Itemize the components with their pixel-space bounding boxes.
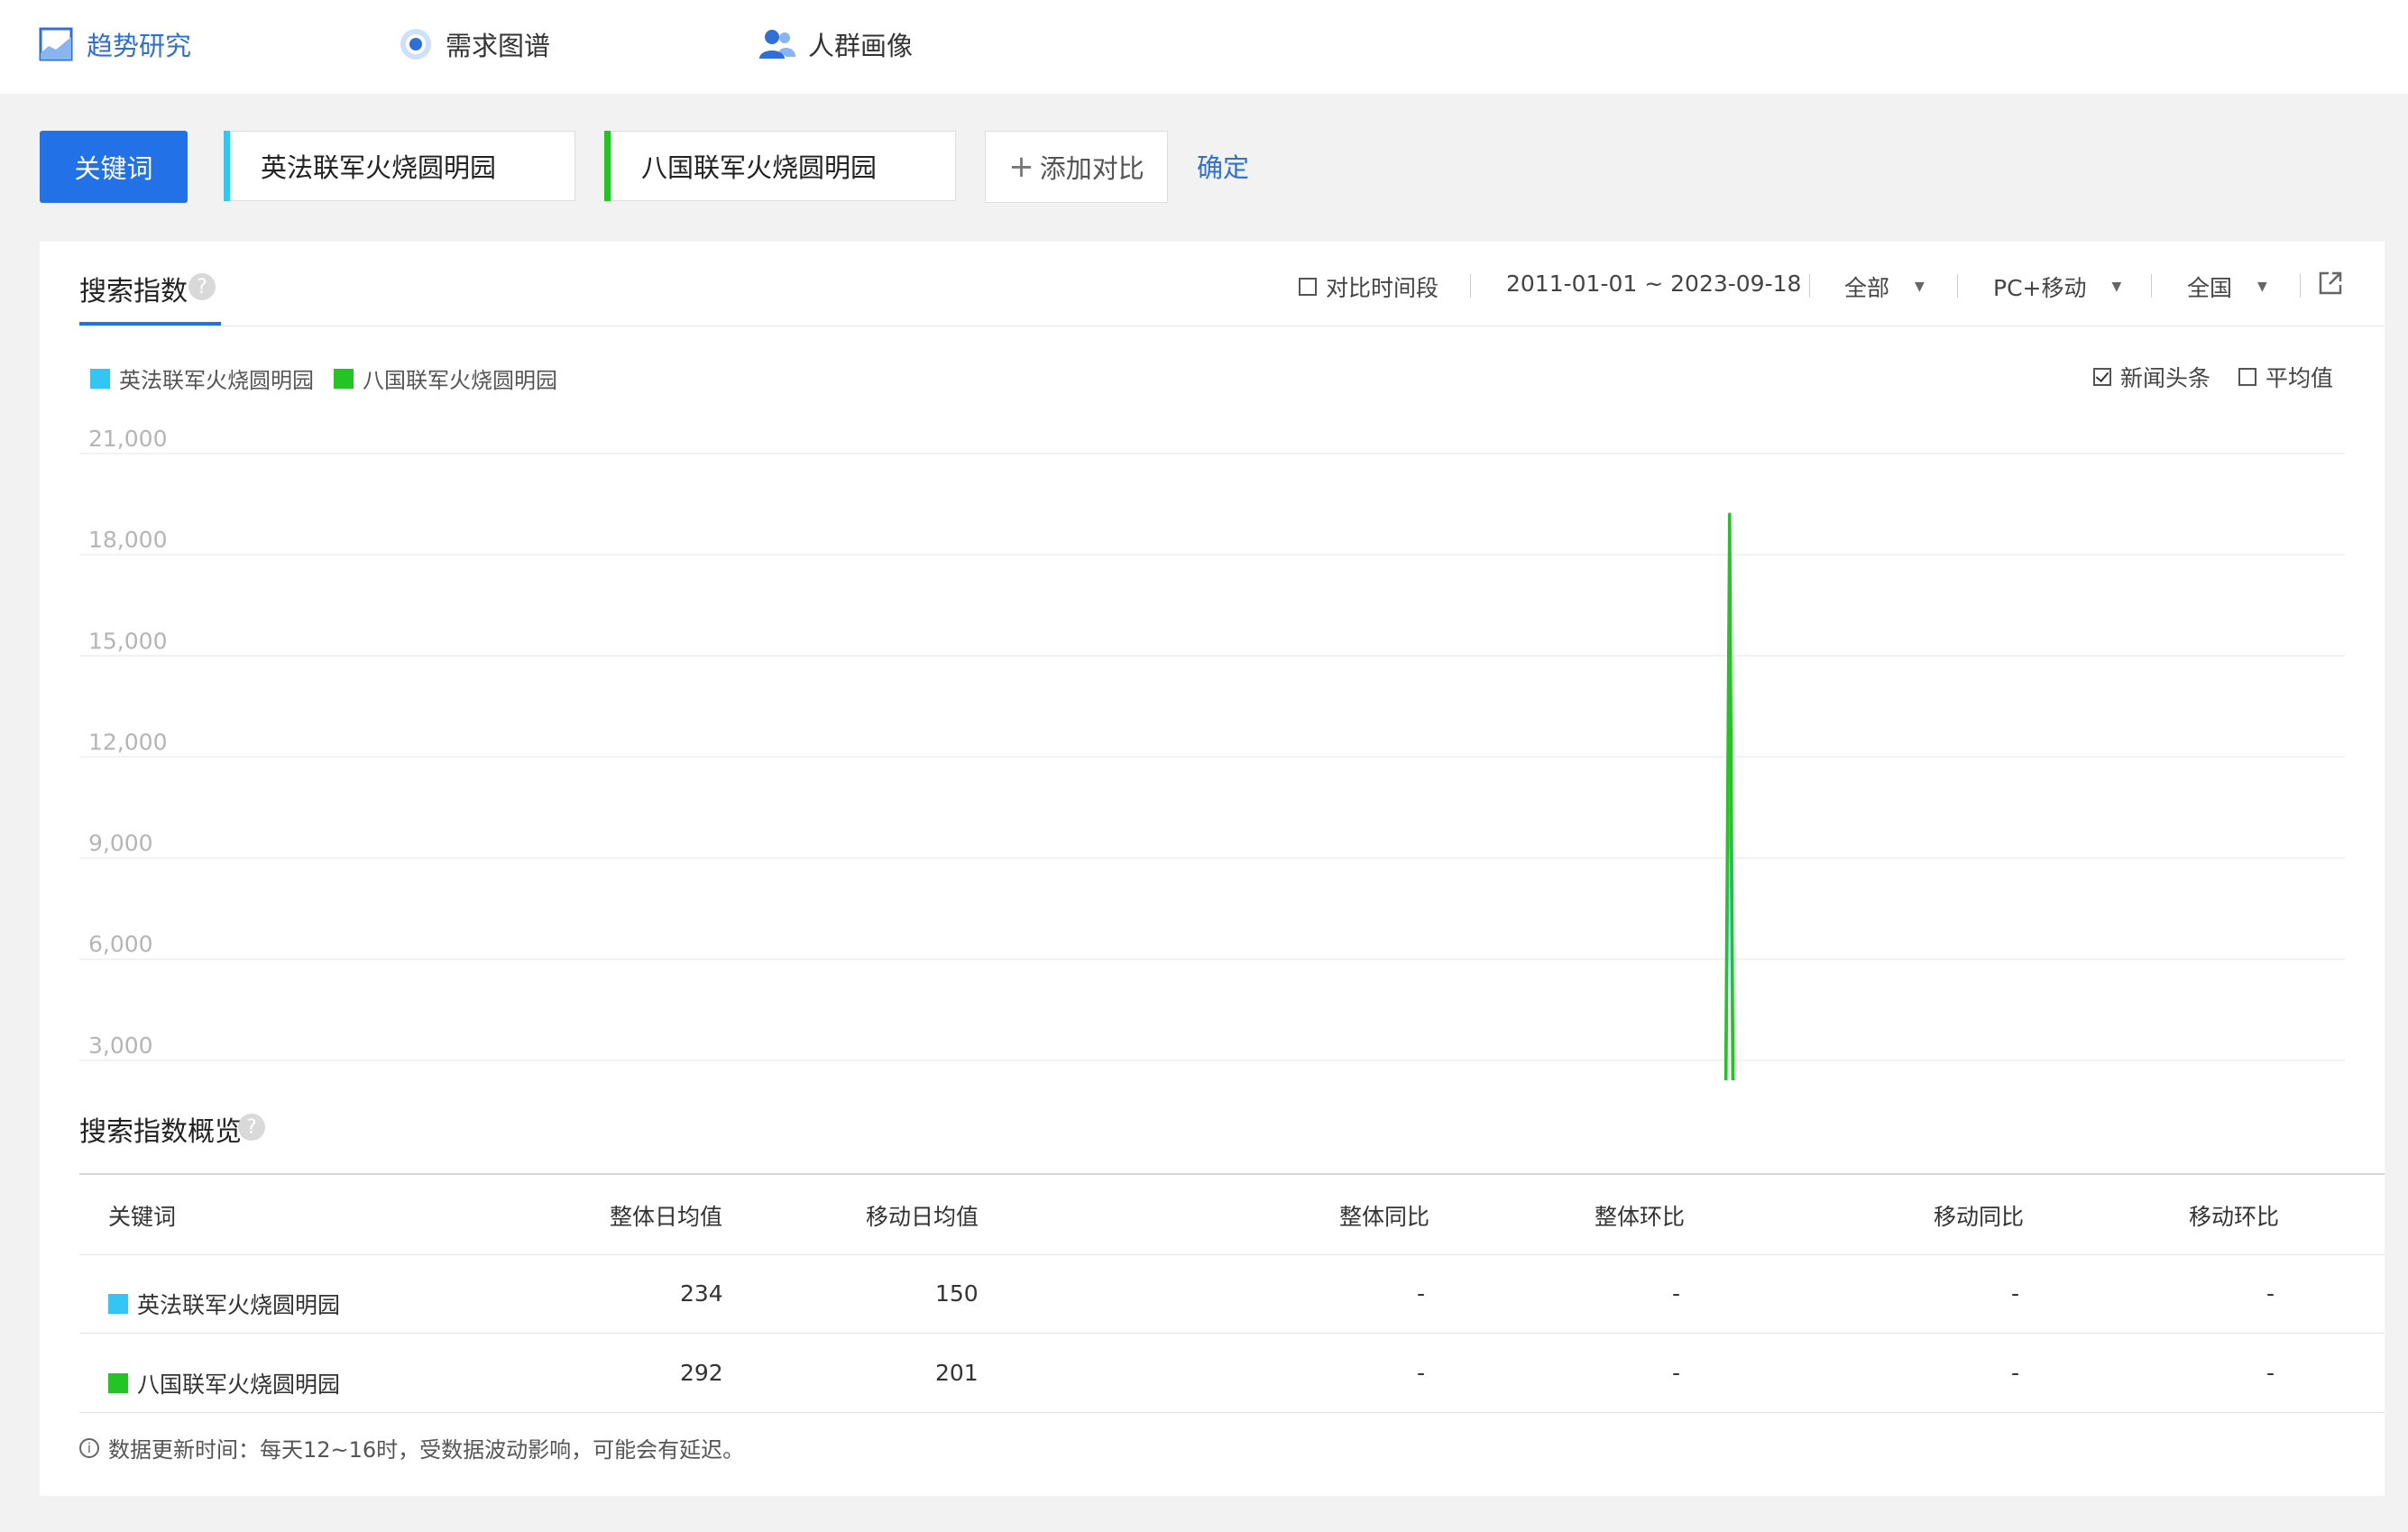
- add-compare-button[interactable]: + 添加对比: [985, 131, 1168, 203]
- users-icon: [759, 28, 795, 60]
- series-line-2[interactable]: [79, 512, 2345, 1080]
- tab-trend-research[interactable]: 趋势研究: [38, 20, 191, 69]
- mobile-yoy-cell: -: [2011, 1360, 2020, 1386]
- tab-label: 需求图谱: [446, 31, 551, 61]
- search-index-chart[interactable]: 21,00018,00015,00012,0009,0006,0003,0002…: [40, 242, 2385, 1080]
- info-icon: i: [79, 1437, 99, 1458]
- mobile-avg-cell: 201: [935, 1360, 979, 1386]
- mobile-mom-cell: -: [2266, 1360, 2275, 1386]
- y-tick-label: 18,000: [88, 527, 167, 553]
- keyword-text: 八国联军火烧圆明园: [641, 152, 878, 183]
- keyword-input-2[interactable]: 八国联军火烧圆明园: [604, 131, 956, 201]
- y-tick-label: 21,000: [88, 426, 167, 452]
- keyword-cell: 英法联军火烧圆明园: [137, 1292, 341, 1318]
- table-top-rule: [79, 1173, 2385, 1175]
- row-divider: [79, 1333, 2385, 1334]
- keyword-label: 关键词: [40, 131, 188, 203]
- keyword-swatch: [108, 1373, 128, 1393]
- top-nav: 趋势研究 需求图谱 人群画像: [0, 0, 2408, 94]
- overall-mom-cell: -: [1672, 1360, 1681, 1386]
- column-header-keyword: 关键词: [108, 1204, 177, 1230]
- overall-avg-cell: 234: [680, 1280, 723, 1307]
- table-row-keyword: 英法联军火烧圆明园: [108, 1288, 340, 1320]
- mobile-mom-cell: -: [2266, 1280, 2275, 1307]
- add-compare-label: 添加对比: [1039, 153, 1144, 184]
- footnote-text: 数据更新时间：每天12~16时，受数据波动影响，可能会有延迟。: [108, 1437, 745, 1463]
- update-note: i 数据更新时间：每天12~16时，受数据波动影响，可能会有延迟。: [79, 1432, 744, 1463]
- keyword-input-1[interactable]: 英法联军火烧圆明园: [224, 131, 575, 201]
- app-root: 趋势研究 需求图谱 人群画像 关键词 英法联军火烧圆明园 八国联军火烧圆明园 +…: [0, 0, 2408, 1532]
- keyword-text: 英法联军火烧圆明园: [261, 152, 497, 183]
- y-tick-label: 9,000: [88, 830, 153, 857]
- column-header-overall-yoy: 整体同比: [1339, 1204, 1430, 1230]
- keyword-swatch: [108, 1294, 128, 1314]
- overall-avg-cell: 292: [680, 1360, 723, 1386]
- overall-yoy-cell: -: [1417, 1280, 1426, 1307]
- column-header-overall-mom: 整体环比: [1595, 1204, 1686, 1230]
- y-tick-label: 6,000: [88, 931, 153, 958]
- row-divider: [79, 1412, 2385, 1413]
- y-tick-label: 12,000: [88, 729, 167, 755]
- y-tick-label: 15,000: [88, 628, 167, 654]
- mobile-yoy-cell: -: [2011, 1280, 2020, 1307]
- column-header-mobile-yoy: 移动同比: [1934, 1204, 2025, 1230]
- plus-icon: +: [1008, 149, 1034, 185]
- tab-label: 人群画像: [808, 31, 914, 61]
- main-panel: 搜索指数 ? 对比时间段 2011-01-01 ~ 2023-09-18 全部 …: [40, 242, 2385, 1496]
- overall-yoy-cell: -: [1417, 1360, 1426, 1386]
- mobile-avg-cell: 150: [935, 1280, 979, 1307]
- y-tick-label: 3,000: [88, 1032, 153, 1059]
- table-row-keyword: 八国联军火烧圆明园: [108, 1367, 340, 1399]
- overview-title: 搜索指数概览: [79, 1116, 242, 1148]
- column-header-overall-avg: 整体日均值: [610, 1204, 723, 1230]
- trend-chart-icon: [38, 26, 74, 62]
- help-icon[interactable]: ?: [238, 1114, 265, 1141]
- column-header-mobile-mom: 移动环比: [2189, 1204, 2280, 1230]
- column-header-mobile-avg: 移动日均值: [866, 1204, 979, 1230]
- tab-crowd-portrait[interactable]: 人群画像: [759, 20, 913, 69]
- keyword-color-bar: [224, 131, 230, 201]
- keyword-color-bar: [604, 131, 611, 201]
- series-line-1[interactable]: [79, 637, 2345, 1080]
- target-icon: [399, 27, 433, 61]
- row-divider: [79, 1254, 2385, 1255]
- tab-demand-map[interactable]: 需求图谱: [399, 20, 550, 69]
- keyword-cell: 八国联军火烧圆明园: [137, 1371, 341, 1398]
- tab-label: 趋势研究: [87, 31, 192, 61]
- confirm-button[interactable]: 确定: [1197, 147, 1249, 185]
- overall-mom-cell: -: [1672, 1280, 1681, 1307]
